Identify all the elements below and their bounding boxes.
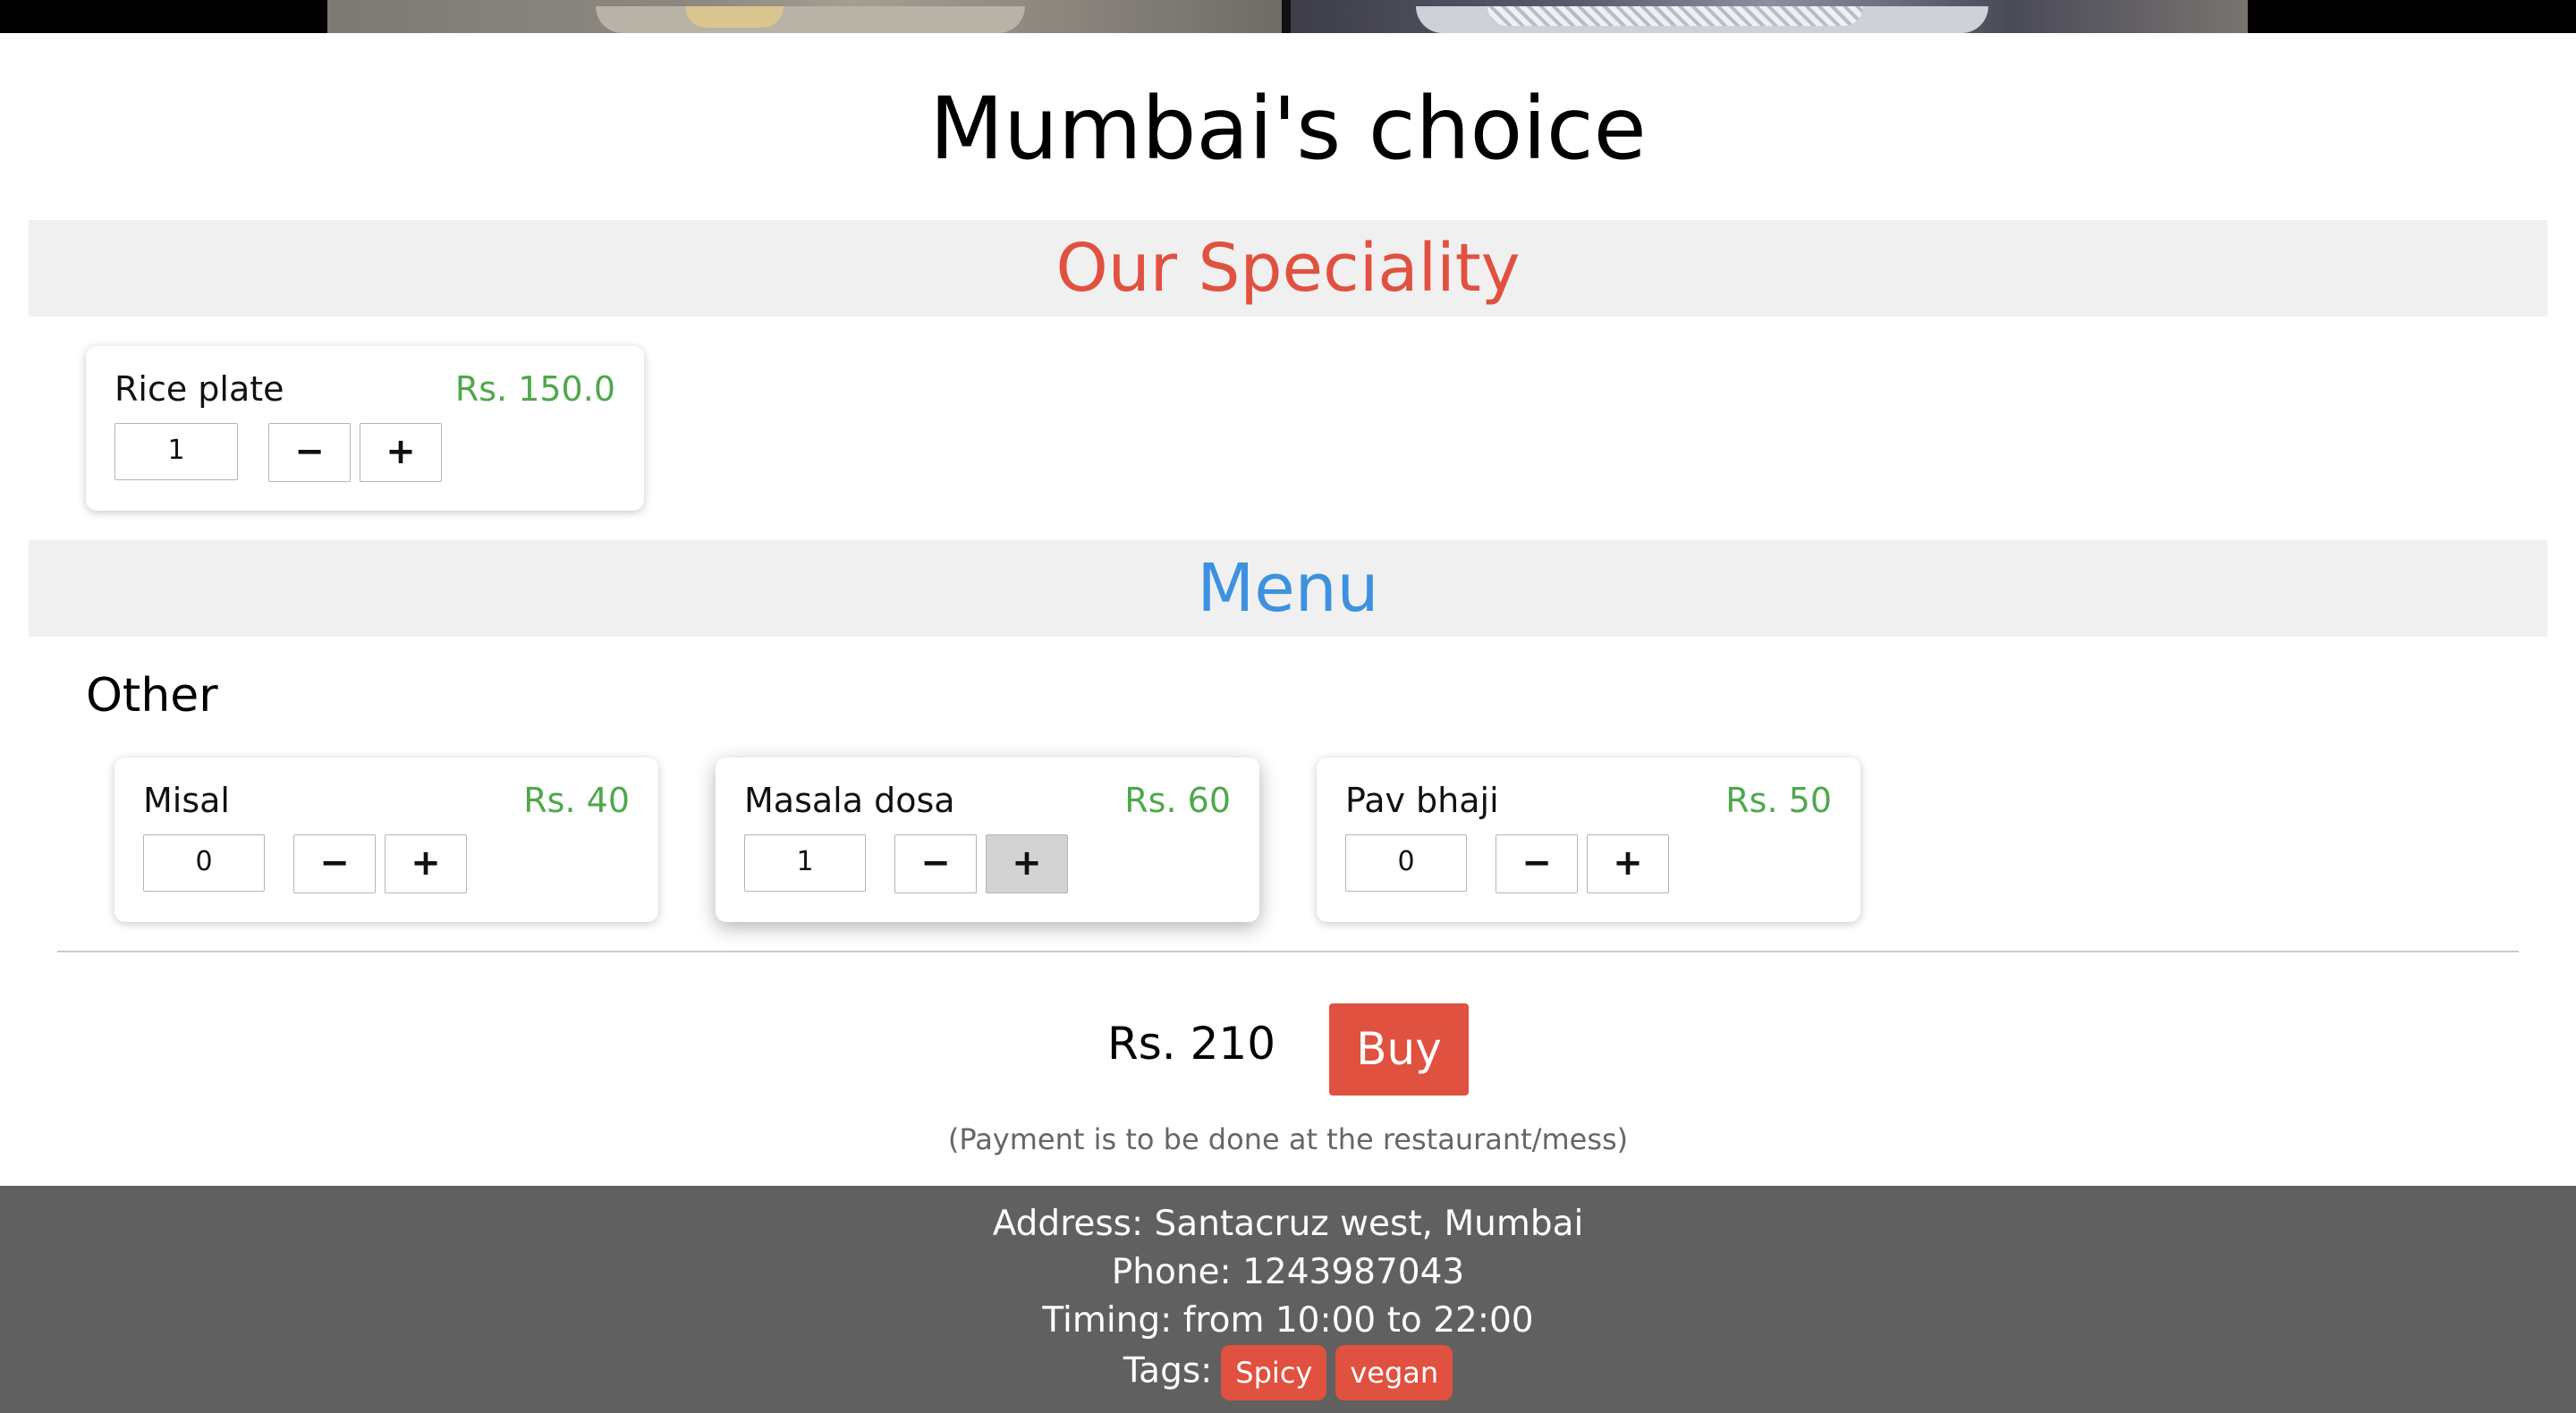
tag-badge[interactable]: vegan [1335, 1345, 1453, 1400]
item-price: Rs. 50 [1725, 781, 1832, 820]
quantity-input[interactable]: 1 [744, 834, 866, 892]
decrease-quantity-button[interactable]: − [293, 834, 376, 893]
menu-heading: Menu [29, 540, 2547, 637]
footer: Address: Santacruz west, Mumbai Phone: 1… [0, 1186, 2576, 1413]
food-photo-left [327, 0, 1282, 33]
menu-item-card: Misal Rs. 40 0 − + [114, 757, 658, 922]
increase-quantity-button[interactable]: + [385, 834, 467, 893]
decrease-quantity-button[interactable]: − [894, 834, 977, 893]
item-name: Rice plate [114, 369, 284, 409]
footer-address: Address: Santacruz west, Mumbai [992, 1204, 1584, 1244]
tags-label: Tags: [1123, 1350, 1213, 1392]
quantity-input[interactable]: 0 [143, 834, 265, 892]
buy-button[interactable]: Buy [1329, 1003, 1469, 1096]
footer-tags: Tags: Spicy vegan [0, 1345, 2576, 1400]
restaurant-name: Mumbai's choice [929, 79, 1647, 179]
footer-phone: Phone: 1243987043 [1111, 1252, 1465, 1292]
increase-quantity-button[interactable]: + [1587, 834, 1669, 893]
item-price: Rs. 150.0 [454, 369, 615, 409]
section-divider [57, 951, 2519, 952]
food-photo-right [1291, 0, 2248, 33]
increase-quantity-button[interactable]: + [360, 423, 442, 482]
item-name: Pav bhaji [1345, 781, 1499, 820]
menu-item-card: Masala dosa Rs. 60 1 − + [716, 757, 1259, 922]
category-heading: Other [86, 669, 218, 723]
speciality-item-card: Rice plate Rs. 150.0 1 − + [86, 346, 644, 511]
decrease-quantity-button[interactable]: − [268, 423, 351, 482]
speciality-heading: Our Speciality [29, 220, 2547, 317]
item-name: Masala dosa [744, 781, 955, 820]
footer-timing: Timing: from 10:00 to 22:00 [1042, 1300, 1534, 1341]
payment-note: (Payment is to be done at the restaurant… [947, 1122, 1629, 1156]
tag-badge[interactable]: Spicy [1221, 1345, 1327, 1400]
menu-item-card: Pav bhaji Rs. 50 0 − + [1317, 757, 1860, 922]
banner-divider [1282, 0, 1291, 33]
item-name: Misal [143, 781, 230, 820]
increase-quantity-button[interactable]: + [986, 834, 1068, 893]
order-total: Rs. 210 [1107, 1018, 1276, 1070]
quantity-input[interactable]: 1 [114, 423, 238, 480]
item-price: Rs. 40 [523, 781, 630, 820]
decrease-quantity-button[interactable]: − [1496, 834, 1578, 893]
item-price: Rs. 60 [1124, 781, 1231, 820]
quantity-input[interactable]: 0 [1345, 834, 1467, 892]
header-banner [0, 0, 2576, 33]
